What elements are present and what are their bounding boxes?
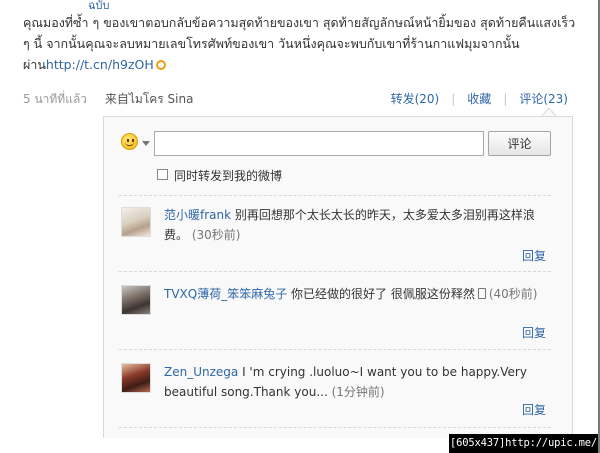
chevron-down-icon[interactable] (142, 141, 150, 146)
comment-username[interactable]: TVXQ薄荷_笨笨麻兔子 (164, 287, 287, 301)
avatar[interactable] (121, 207, 151, 237)
comment-username[interactable]: 范小暖frank (164, 208, 231, 222)
post-meta: 5 นาทีที่แล้ว 来自ไมโคร Sina (23, 90, 193, 109)
repost-checkbox[interactable] (157, 169, 168, 180)
post-short-link[interactable]: http://t.cn/h9zOH (46, 57, 154, 72)
post-source[interactable]: 来自ไมโคร Sina (105, 92, 194, 106)
repost-link[interactable]: 转发(20) (391, 90, 440, 107)
comment-time: (40秒前) (488, 287, 538, 301)
comment-link[interactable]: 评论(23) (519, 90, 568, 107)
comment-text: 你已经做的很好了 很佩服这份释然 (287, 287, 475, 301)
comment-item: 范小暖frank 别再回想那个太长太长的昨天，太多爱太多泪别再这样浪费。 (30… (164, 205, 544, 245)
comment-divider (119, 271, 551, 272)
comment-input[interactable] (154, 131, 484, 156)
reply-link[interactable]: 回复 (522, 401, 546, 418)
image-host-watermark: [605x437]http://upic.me/ (449, 434, 598, 453)
comment-time: (30秒前) (191, 228, 241, 242)
comment-time: (1分钟前) (327, 385, 385, 399)
favorite-link[interactable]: 收藏 (467, 90, 491, 107)
weibo-post-frame: ฉบับ คุณมองที่ซ้ำ ๆ ของเขาตอบกลับข้อความ… (0, 0, 600, 453)
reply-link[interactable]: 回复 (522, 247, 546, 264)
avatar[interactable] (121, 363, 151, 393)
comment-divider (119, 427, 551, 428)
comment-item: TVXQ薄荷_笨笨麻兔子 你已经做的很好了 很佩服这份释然 (40秒前) (164, 284, 544, 304)
repost-checkbox-label[interactable]: 同时转发到我的微博 (174, 167, 282, 184)
action-divider: | (503, 92, 508, 106)
link-icon (155, 60, 166, 70)
comment-username[interactable]: Zen_Unzega (164, 365, 238, 379)
comment-item: Zen_Unzega I 'm crying .luoluo~I want yo… (164, 362, 544, 402)
post-actions: 转发(20) | 收藏 | 评论(23) (391, 90, 568, 107)
submit-comment-button[interactable]: 评论 (488, 131, 551, 156)
action-divider: | (451, 92, 456, 106)
post-body: คุณมองที่ซ้ำ ๆ ของเขาตอบกลับข้อความสุดท้… (23, 12, 583, 75)
reply-link[interactable]: 回复 (522, 324, 546, 341)
comment-divider (119, 349, 551, 350)
post-time[interactable]: 5 นาทีที่แล้ว (23, 92, 87, 106)
avatar[interactable] (121, 285, 151, 315)
phone-icon (477, 288, 486, 299)
comment-divider (119, 195, 551, 196)
